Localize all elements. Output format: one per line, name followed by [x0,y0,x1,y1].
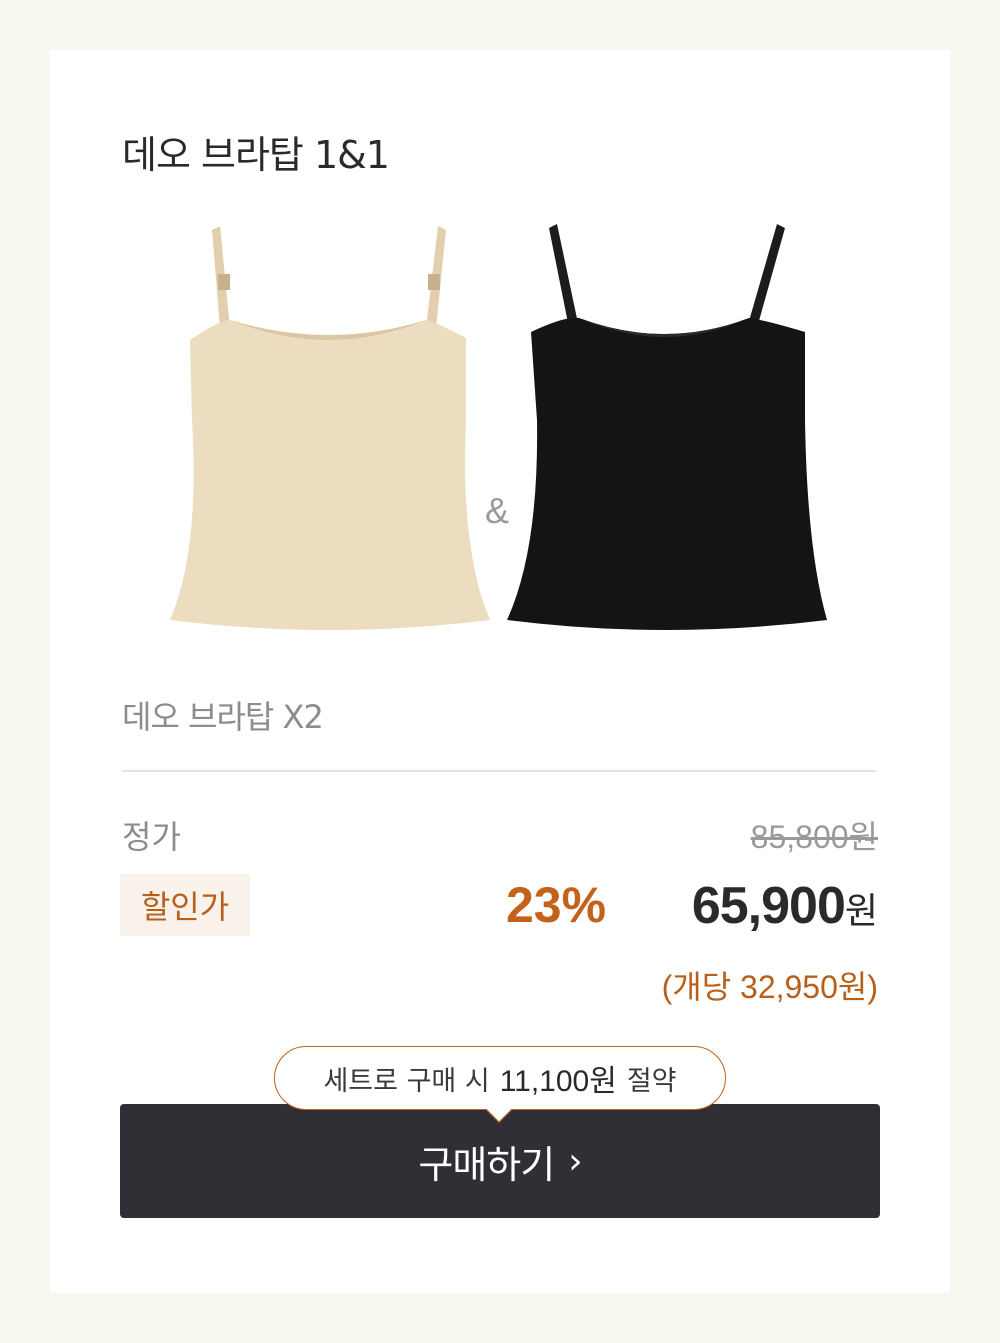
product-image-black [507,224,827,630]
ampersand-label: & [485,490,510,531]
savings-amount: 11,100원 [499,1065,617,1098]
regular-price-label: 정가 [122,818,181,856]
divider [122,770,876,772]
sale-price-label: 할인가 [120,874,250,936]
discount-percent: 23% [506,877,607,933]
per-unit-price: (개당 32,950원) [661,969,878,1005]
product-title: 데오 브라탑 1&1 [122,133,390,177]
product-card: 데오 브라탑 1&1 & 데오 브라탑 X2 정가 85,800원 할인가 23… [50,50,950,1293]
sale-price: 65,900원 [692,876,878,936]
product-image-beige [170,226,490,630]
chevron-right-icon: › [568,1140,582,1182]
savings-prefix: 세트로 구매 시 [323,1065,490,1097]
product-images: & [50,220,950,680]
regular-price: 85,800원 [750,819,878,855]
product-subname: 데오 브라탑 X2 [122,698,324,736]
buy-button-label: 구매하기 [418,1142,555,1187]
sale-price-number: 65,900 [691,877,846,935]
savings-suffix: 절약 [626,1065,677,1097]
sale-price-unit: 원 [844,891,878,932]
